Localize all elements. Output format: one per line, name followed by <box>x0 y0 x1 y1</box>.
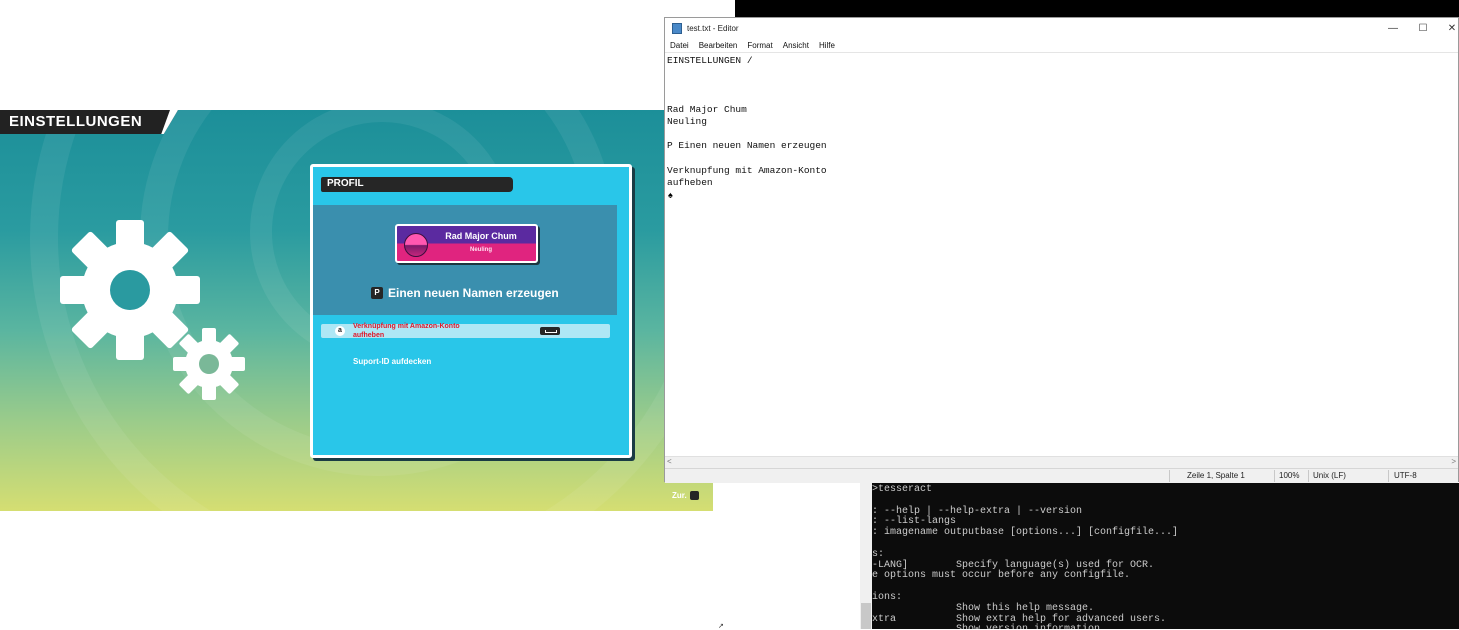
terminal-window[interactable]: >tesseract : --help | --help-extra | --v… <box>860 483 1459 629</box>
terminal-output: >tesseract : --help | --help-extra | --v… <box>872 484 1179 629</box>
back-label: Zur. <box>672 491 687 500</box>
game-window: EINSTELLUNGEN PROFIL Rad Major Chum Neul… <box>0 110 713 511</box>
menu-view[interactable]: Ansicht <box>778 40 814 52</box>
editor-content: EINSTELLUNGEN / Rad Major Chum Neuling P… <box>667 55 827 189</box>
player-rank: Neuling <box>470 247 492 253</box>
menu-file[interactable]: Datei <box>665 40 694 52</box>
title-bar[interactable]: test.txt - Editor — ☐ ✕ <box>665 18 1458 40</box>
generate-name-button[interactable]: P Einen neuen Namen erzeugen <box>371 286 559 300</box>
status-position: Zeile 1, Spalte 1 <box>1187 471 1245 480</box>
status-divider <box>1308 470 1309 482</box>
space-key-icon <box>540 327 560 335</box>
menu-format[interactable]: Format <box>742 40 777 52</box>
unlink-amazon-button[interactable]: a Verknüpfung mit Amazon-Konto aufheben <box>321 323 610 339</box>
scroll-left-icon[interactable]: < <box>667 457 672 466</box>
text-editor[interactable]: EINSTELLUNGEN / Rad Major Chum Neuling P… <box>665 52 1458 457</box>
status-zoom: 100% <box>1279 471 1300 480</box>
reveal-support-id-button[interactable]: Suport-ID aufdecken <box>353 357 431 366</box>
text-cursor: ♠ <box>668 190 673 200</box>
terminal-scrollbar[interactable] <box>860 483 872 629</box>
profile-tab-label: PROFIL <box>327 178 364 189</box>
close-button[interactable]: ✕ <box>1437 18 1459 40</box>
player-name: Rad Major Chum <box>445 231 517 241</box>
window-title: test.txt - Editor <box>687 24 739 33</box>
profile-panel: PROFIL Rad Major Chum Neuling P Einen ne… <box>310 164 632 458</box>
p-key-icon: P <box>371 287 383 299</box>
scroll-thumb[interactable] <box>861 603 871 629</box>
notepad-icon <box>672 23 682 34</box>
back-key-icon <box>689 491 699 500</box>
settings-title: EINSTELLUNGEN <box>9 113 143 130</box>
menu-help[interactable]: Hilfe <box>814 40 840 52</box>
amazon-icon: a <box>335 326 345 336</box>
menu-edit[interactable]: Bearbeiten <box>694 40 743 52</box>
status-divider <box>1388 470 1389 482</box>
unlink-amazon-label: aufheben <box>353 332 385 339</box>
generate-name-label: Einen neuen Namen erzeugen <box>388 286 559 300</box>
back-button[interactable]: Zur. <box>672 491 699 500</box>
maximize-button[interactable]: ☐ <box>1408 18 1438 40</box>
background-strip <box>735 0 1459 18</box>
avatar <box>404 233 428 257</box>
status-bar: Zeile 1, Spalte 1 100% Unix (LF) UTF-8 <box>665 468 1458 483</box>
gear-icon <box>173 328 245 400</box>
profile-tab[interactable]: PROFIL <box>321 177 513 192</box>
notepad-window: test.txt - Editor — ☐ ✕ Datei Bearbeiten… <box>664 17 1459 483</box>
status-line-ending: Unix (LF) <box>1313 471 1346 480</box>
player-name-card[interactable]: Rad Major Chum Neuling <box>395 224 538 263</box>
scroll-right-icon[interactable]: > <box>1451 457 1456 466</box>
status-encoding: UTF-8 <box>1394 471 1417 480</box>
status-divider <box>1169 470 1170 482</box>
status-divider <box>1274 470 1275 482</box>
menu-bar: Datei Bearbeiten Format Ansicht Hilfe <box>665 40 1458 52</box>
minimize-button[interactable]: — <box>1378 18 1408 40</box>
profile-name-section: Rad Major Chum Neuling P Einen neuen Nam… <box>313 205 617 315</box>
unlink-amazon-label: Verknüpfung mit Amazon-Konto <box>353 323 460 330</box>
